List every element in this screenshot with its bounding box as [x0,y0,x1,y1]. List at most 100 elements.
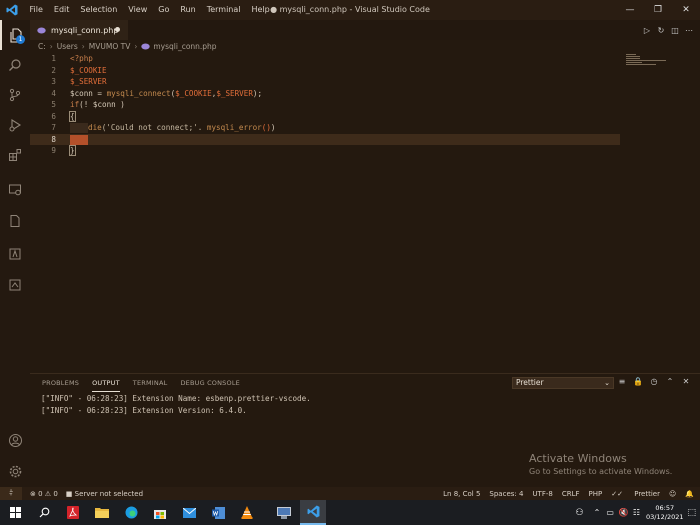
volume-muted-icon[interactable]: 🔇 [619,508,629,517]
problems-indicator[interactable]: ⊗ 0 ⚠ 0 [30,490,58,498]
line-number: 3 [51,77,56,86]
notifications-icon[interactable]: 🔔 [685,490,694,498]
menu-selection[interactable]: Selection [75,0,123,20]
server-status[interactable]: ■ Server not selected [66,490,143,498]
tab-problems[interactable]: PROBLEMS [42,374,79,392]
settings-app-icon[interactable] [271,500,297,525]
search-icon[interactable] [31,500,57,525]
watermark-subtitle: Go to Settings to activate Windows. [529,467,673,476]
minimap[interactable] [626,53,668,67]
account-icon[interactable] [0,425,30,455]
extensions-icon[interactable] [0,140,30,170]
unsaved-dot-icon[interactable] [115,27,120,32]
line-code: } [69,145,76,156]
menu-run[interactable]: Run [175,0,201,20]
tab-terminal[interactable]: TERMINAL [133,374,168,392]
gear-icon[interactable] [0,456,30,486]
menu-go[interactable]: Go [153,0,175,20]
menu-bar: File Edit Selection View Go Run Terminal… [24,0,275,20]
code-line[interactable]: 3 $_SERVER [30,76,620,88]
explorer-icon[interactable]: 1 [0,20,30,50]
code-line[interactable]: 9 } [30,145,620,157]
close-icon[interactable]: ✕ [672,0,700,20]
server-icon: ■ [65,489,75,498]
tab-debug-console[interactable]: DEBUG CONSOLE [180,374,240,392]
more-actions-icon[interactable]: ⋯ [682,26,696,35]
breadcrumb-users[interactable]: Users [57,42,78,51]
line-number: 8 [51,134,56,144]
output-channel-select[interactable]: Prettier ⌄ [512,377,614,389]
tab-output[interactable]: OUTPUT [92,374,120,392]
action-center-icon[interactable]: ⬚ [687,508,696,518]
code-line[interactable]: 5 if(! $conn ) [30,99,620,111]
search-icon[interactable] [0,50,30,80]
clock-time: 06:57 [655,503,675,512]
clear-output-icon[interactable]: ≡ [614,377,630,386]
menu-terminal[interactable]: Terminal [201,0,246,20]
timeline-icon[interactable] [0,239,30,269]
line-number: 1 [51,54,56,63]
code-line-current[interactable]: 8 [30,133,620,146]
encoding[interactable]: UTF-8 [532,490,552,498]
lock-scroll-icon[interactable]: 🔒 [630,377,646,386]
breadcrumb-folder[interactable]: TV [121,42,131,51]
vscode-taskbar-icon[interactable] [300,500,326,525]
code-line[interactable]: 4 $conn = mysqli_connect($_COOKIE,$_SERV… [30,88,620,100]
menu-help[interactable]: Help [246,0,275,20]
network-icon[interactable]: ☷ [633,508,640,517]
status-right: Ln 8, Col 5 Spaces: 4 UTF-8 CRLF PHP ✓✓ … [434,487,694,500]
activity-bar: 1 [0,20,30,487]
file-explorer-icon[interactable] [89,500,115,525]
formatter-status[interactable]: ✓✓ Prettier [611,490,660,498]
panel-tabs: PROBLEMS OUTPUT TERMINAL DEBUG CONSOLE [42,374,253,392]
line-code: die('Could not connect;'. mysqli_error()… [70,122,275,134]
panel-actions: ≡ 🔒 ◷ ⌃ ✕ [614,377,694,386]
code-line[interactable]: 6 { [30,110,620,123]
maximize-panel-icon[interactable]: ⌃ [662,377,678,386]
remote-indicator-icon[interactable]: ⫩ [0,487,22,500]
source-control-icon[interactable] [0,80,30,110]
breadcrumb-file[interactable]: mysqli_conn.php [153,42,216,51]
code-line[interactable]: 1 <?php [30,53,620,65]
tab-mysqli-conn[interactable]: mysqli_conn.php [30,20,128,40]
breadcrumb-drive[interactable]: C: [38,42,46,51]
deploy-icon[interactable] [0,270,30,300]
code-line[interactable]: 2 $_COOKIE [30,65,620,77]
edge-icon[interactable] [118,500,144,525]
menu-edit[interactable]: Edit [48,0,75,20]
window-controls: — ❐ ✕ [616,0,700,20]
end-of-line[interactable]: CRLF [562,490,580,498]
chevron-up-icon[interactable]: ⌃ [594,508,601,517]
line-number: 2 [51,65,56,75]
run-file-icon[interactable]: ▷ [640,26,654,35]
vlc-icon[interactable] [234,500,260,525]
run-debug-icon[interactable] [0,110,30,140]
close-panel-icon[interactable]: ✕ [678,377,694,386]
code-line[interactable]: 7 die('Could not connect;'. mysqli_error… [30,122,620,134]
windows-start-icon[interactable] [2,500,28,525]
feedback-icon[interactable]: ☺ [669,490,676,498]
people-icon[interactable]: ⚇ [576,508,584,518]
file-icon[interactable] [0,206,30,236]
line-number: 5 [51,100,56,109]
code-editor[interactable]: 1 <?php 2 $_COOKIE 3 $_SERVER 4 $conn = … [30,53,700,373]
split-editor-icon[interactable]: ◫ [668,26,682,35]
minimize-icon[interactable]: — [616,0,644,20]
restore-icon[interactable]: ❐ [644,0,672,20]
menu-file[interactable]: File [24,0,48,20]
mail-icon[interactable] [176,500,202,525]
remote-explorer-icon[interactable] [0,175,30,205]
acrobat-icon[interactable] [60,500,86,525]
battery-icon[interactable]: ▭ [606,508,614,517]
open-log-icon[interactable]: ◷ [646,377,662,386]
language-mode[interactable]: PHP [589,490,603,498]
open-changes-icon[interactable]: ↻ [654,26,668,35]
store-icon[interactable] [147,500,173,525]
breadcrumb-user[interactable]: MVUMO [89,42,118,51]
taskbar-clock[interactable]: 06:57 03/12/2021 [646,504,683,522]
indentation[interactable]: Spaces: 4 [489,490,523,498]
line-code [70,134,88,146]
menu-view[interactable]: View [123,0,153,20]
cursor-position[interactable]: Ln 8, Col 5 [443,490,480,498]
word-icon[interactable] [205,500,231,525]
